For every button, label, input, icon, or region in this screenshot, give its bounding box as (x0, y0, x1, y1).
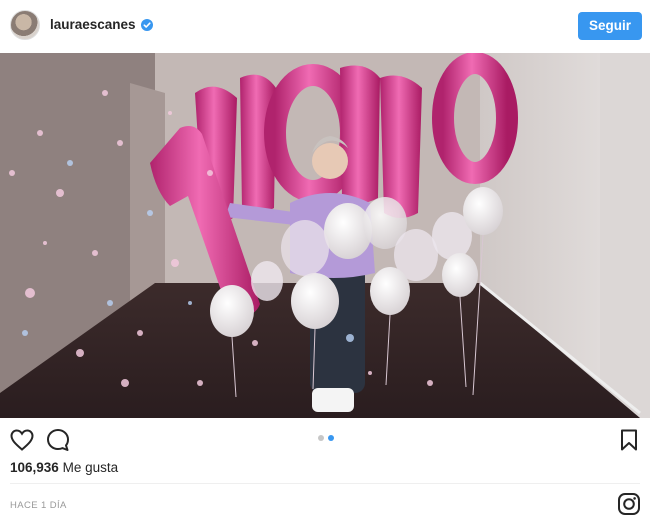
username-link[interactable]: lauraescanes (50, 17, 136, 33)
carousel-dot-active (328, 435, 334, 441)
carousel-dot (318, 435, 324, 441)
instagram-logo-icon[interactable] (617, 492, 641, 516)
verified-badge-icon (140, 19, 153, 31)
post-photo[interactable] (0, 53, 650, 418)
post-timestamp[interactable]: HACE 1 DÍA (10, 500, 67, 511)
heart-icon (10, 429, 34, 451)
likes-number: 106,936 (10, 460, 59, 475)
instagram-logo-svg (618, 493, 640, 515)
follow-button[interactable]: Seguir (578, 12, 642, 40)
like-button[interactable] (9, 427, 35, 453)
likes-count[interactable]: 106,936 Me gusta (10, 460, 118, 476)
save-button[interactable] (616, 427, 642, 453)
carousel-indicator (318, 435, 334, 441)
post-actions (0, 418, 650, 460)
post-header: lauraescanes Seguir (0, 0, 650, 52)
bookmark-icon (621, 429, 637, 451)
divider (10, 483, 640, 484)
likes-label: Me gusta (62, 460, 119, 475)
username-row: lauraescanes (50, 17, 153, 33)
profile-avatar[interactable] (10, 10, 40, 40)
comment-icon (47, 429, 69, 451)
comment-button[interactable] (45, 427, 71, 453)
post-photo-image (0, 53, 650, 418)
